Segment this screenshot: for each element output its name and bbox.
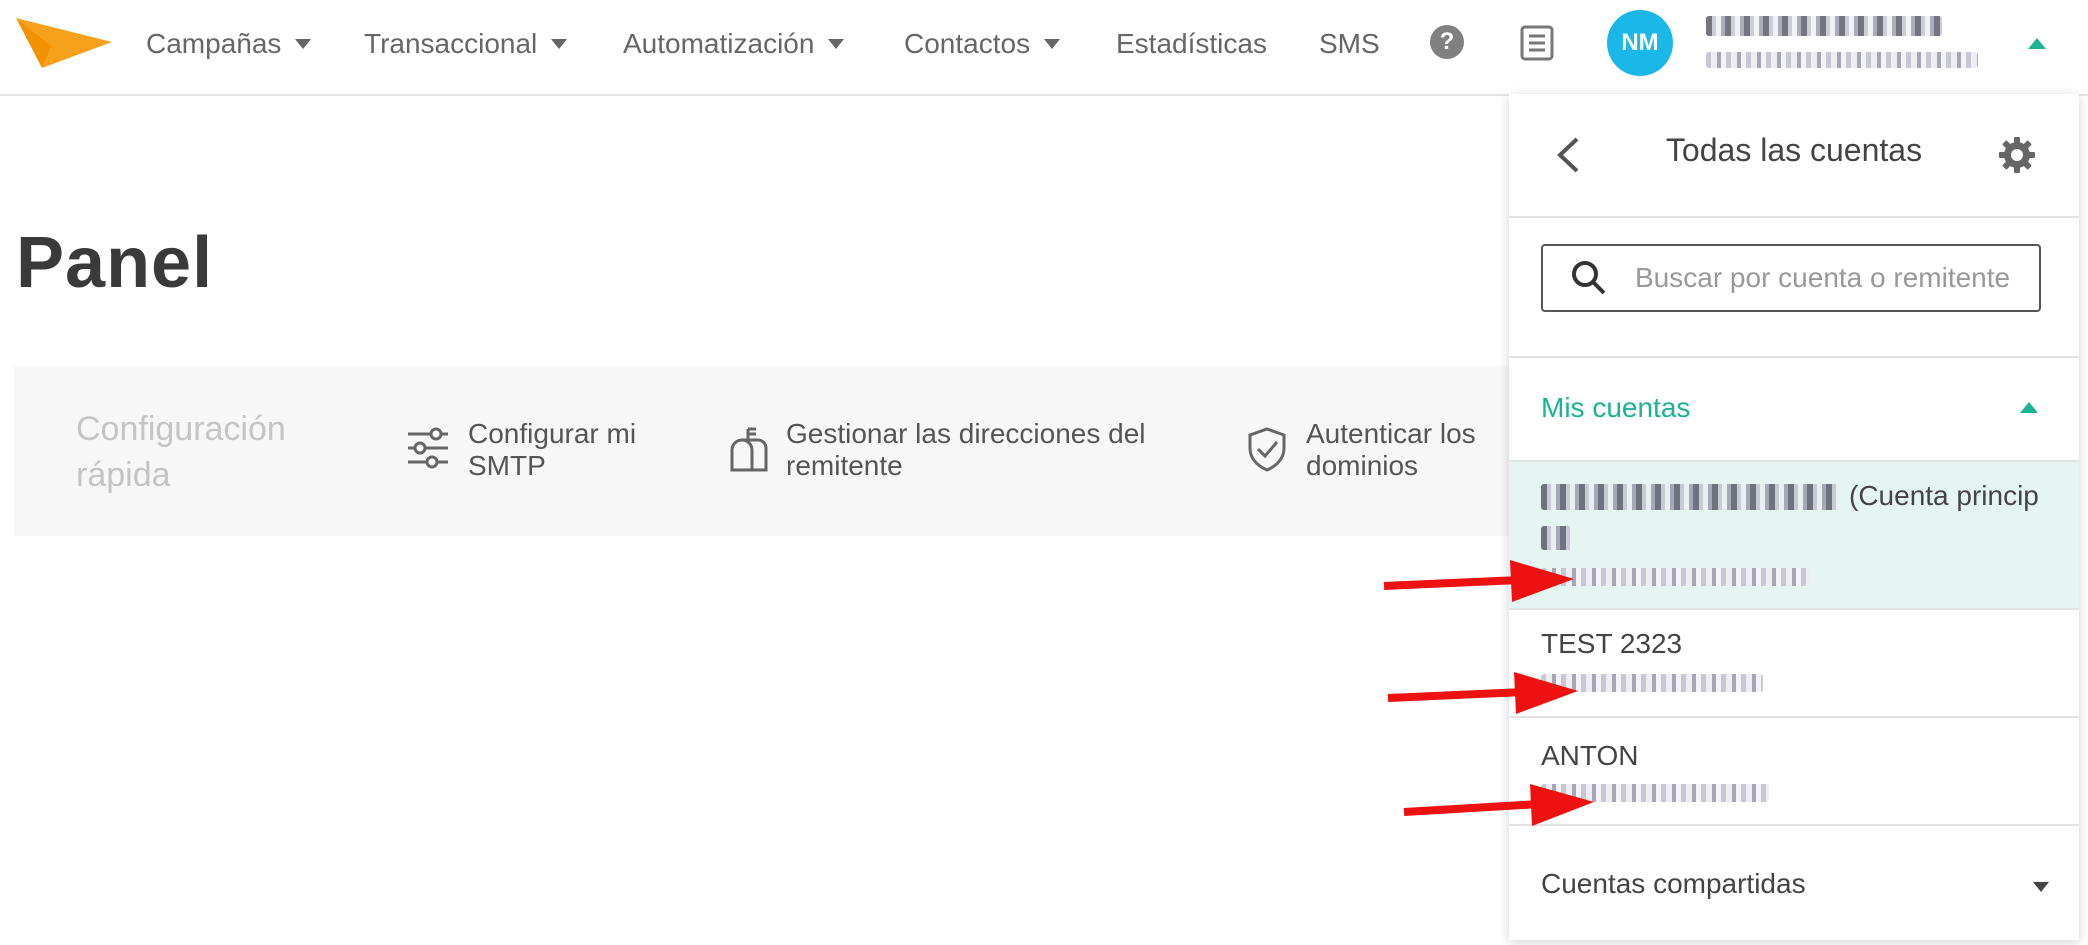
help-icon[interactable]: ?: [1430, 25, 1464, 59]
document-icon[interactable]: [1519, 25, 1555, 61]
redacted-user-name[interactable]: [1706, 16, 1942, 36]
nav-sms-label: SMS: [1319, 28, 1380, 59]
account-search-box[interactable]: [1541, 244, 2041, 312]
annotation-arrow-icon: [1383, 560, 1574, 602]
nav-statistics[interactable]: Estadísticas: [1116, 26, 1267, 62]
account-main-suffix: (Cuenta princip: [1849, 480, 2039, 511]
nav-contacts-label: Contactos: [904, 28, 1031, 59]
redacted-account-email: [1541, 568, 1811, 586]
accounts-panel-header: Todas las cuentas: [1509, 94, 2079, 218]
quick-setup-bar: Configuración rápida Configurar mi SMTP …: [14, 366, 1514, 536]
account-search-input[interactable]: [1633, 261, 2039, 295]
annotation-arrow-icon: [1403, 784, 1594, 826]
nav-automation-label: Automatización: [623, 28, 815, 59]
chevron-down-icon: [2033, 882, 2049, 892]
logo-paper-plane-icon[interactable]: [14, 16, 114, 72]
redacted-user-email[interactable]: [1706, 52, 1978, 68]
chevron-up-icon: [2020, 402, 2038, 413]
accounts-panel-title: Todas las cuentas: [1665, 132, 1923, 168]
redacted-account-name-wrap: [1541, 526, 1571, 550]
page-title: Panel: [16, 223, 214, 303]
account-name: TEST 2323: [1541, 628, 1683, 659]
chevron-up-icon[interactable]: [2028, 38, 2046, 49]
account-search-section: [1509, 216, 2079, 358]
nav-statistics-label: Estadísticas: [1116, 28, 1267, 59]
account-item-test-2323[interactable]: TEST 2323: [1509, 610, 2079, 718]
quick-item-authenticate-domains[interactable]: Autenticar los dominios: [1246, 418, 1506, 482]
gear-icon[interactable]: [1998, 136, 2036, 174]
chevron-down-icon: [1044, 39, 1061, 49]
quick-item-configure-smtp[interactable]: Configurar mi SMTP: [406, 418, 676, 482]
my-accounts-header[interactable]: Mis cuentas: [1509, 358, 2079, 460]
shared-accounts-label: Cuentas compartidas: [1541, 868, 1806, 899]
nav-campaigns-label: Campañas: [146, 28, 282, 59]
redacted-account-name: [1541, 484, 1839, 510]
my-accounts-label: Mis cuentas: [1541, 392, 1691, 423]
nav-automation[interactable]: Automatización: [623, 26, 845, 62]
annotation-arrow-icon: [1387, 672, 1578, 714]
chevron-down-icon: [551, 39, 568, 49]
nav-contacts[interactable]: Contactos: [904, 26, 1061, 62]
nav-sms[interactable]: SMS: [1319, 26, 1380, 62]
mailbox-icon: [730, 427, 768, 472]
chevron-down-icon: [828, 39, 845, 49]
chevron-down-icon: [295, 39, 312, 49]
shield-check-icon: [1248, 427, 1286, 472]
search-icon: [1572, 261, 1606, 295]
quick-setup-title: Configuración rápida: [76, 410, 286, 494]
account-name: ANTON: [1541, 740, 1639, 771]
quick-item-label: Autenticar los dominios: [1306, 418, 1476, 481]
quick-item-sender-addresses[interactable]: Gestionar las direcciones del remitente: [728, 418, 1198, 482]
nav-transactional-label: Transaccional: [364, 28, 538, 59]
nav-transactional[interactable]: Transaccional: [364, 26, 568, 62]
account-item-main[interactable]: (Cuenta princip: [1509, 460, 2079, 610]
nav-campaigns[interactable]: Campañas: [146, 26, 312, 62]
top-navigation: Campañas Transaccional Automatización Co…: [0, 0, 2088, 96]
quick-item-label: Gestionar las direcciones del remitente: [786, 418, 1146, 481]
avatar[interactable]: NM: [1607, 10, 1673, 76]
shared-accounts-header[interactable]: Cuentas compartidas: [1509, 828, 2079, 938]
sliders-icon: [408, 427, 448, 469]
quick-item-label: Configurar mi SMTP: [468, 418, 637, 481]
